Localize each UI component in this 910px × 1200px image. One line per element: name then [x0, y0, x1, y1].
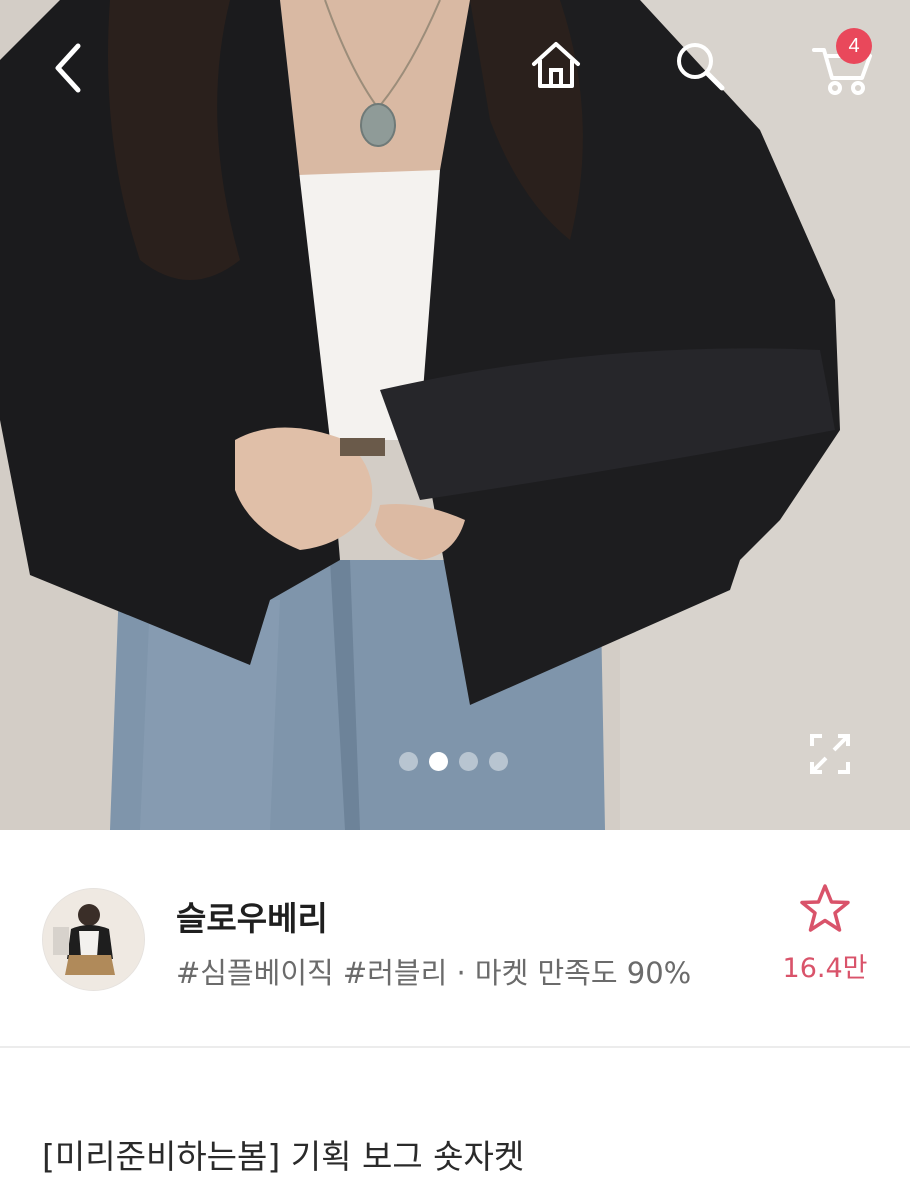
- gallery-dot[interactable]: [489, 751, 508, 771]
- product-image-gallery[interactable]: 4: [0, 0, 910, 830]
- chevron-left-icon: [55, 43, 81, 93]
- search-button[interactable]: [670, 36, 730, 96]
- home-button[interactable]: [526, 36, 586, 96]
- gallery-pagination: [399, 751, 508, 771]
- gallery-dot-active[interactable]: [429, 751, 448, 771]
- seller-tags: #심플베이직 #러블리 · 마켓 만족도 90%: [176, 956, 692, 990]
- favorite-count: 16.4만: [782, 953, 868, 984]
- seller-avatar[interactable]: [42, 888, 145, 991]
- favorite-button[interactable]: 16.4만: [770, 882, 880, 997]
- product-photo: [0, 0, 910, 830]
- gallery-dot[interactable]: [399, 751, 418, 771]
- gallery-dot[interactable]: [459, 751, 478, 771]
- home-icon: [532, 42, 580, 88]
- divider: [0, 1046, 910, 1048]
- back-button[interactable]: [40, 38, 96, 98]
- expand-image-button[interactable]: [806, 730, 854, 778]
- seller-info: 슬로우베리 #심플베이직 #러블리 · 마켓 만족도 90% 16.4만: [0, 830, 910, 1046]
- search-icon: [677, 43, 725, 91]
- seller-name[interactable]: 슬로우베리: [176, 892, 328, 940]
- expand-icon: [810, 734, 850, 774]
- seller-avatar-image: [43, 889, 144, 990]
- star-outline-icon: [800, 884, 850, 932]
- product-title: [미리준비하는봄] 기획 보그 숏자켓: [42, 1137, 525, 1176]
- cart-count-badge: 4: [836, 28, 872, 64]
